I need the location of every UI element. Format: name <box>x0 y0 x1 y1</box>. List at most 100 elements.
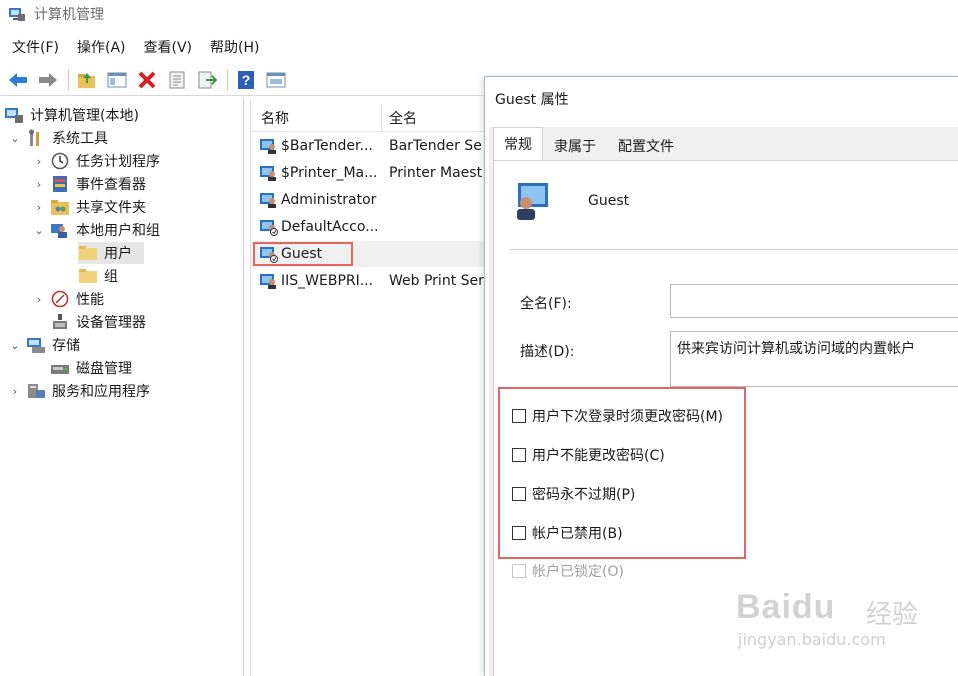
tree-item-services-applications[interactable]: › 服务和应用程序 <box>8 380 150 402</box>
forward-arrow-icon[interactable] <box>36 68 60 92</box>
svg-text:?: ? <box>242 72 251 88</box>
disk-icon <box>50 359 70 377</box>
tree-item-shared-folders[interactable]: › 共享文件夹 <box>32 196 146 218</box>
user-name-heading: Guest <box>588 193 630 209</box>
list-item[interactable]: $Printer_Ma... Printer Maest <box>251 160 487 186</box>
tree-item-label: 本地用户和组 <box>76 223 160 239</box>
tree-item-label: 服务和应用程序 <box>52 384 150 400</box>
description-field[interactable]: 供来宾访问计算机或访问域的内置帐户 <box>670 331 958 387</box>
column-header-fullname[interactable]: 全名 <box>389 108 417 128</box>
menu-help[interactable]: 帮助(H) <box>210 37 259 57</box>
tree-item-label: 性能 <box>76 292 104 308</box>
navigation-tree: 计算机管理(本地) ⌄ 系统工具 › 任务计划程序 › 事件查看器 › 共享文件… <box>0 98 244 676</box>
toolbar-separator <box>227 68 228 91</box>
tree-item-label: 组 <box>104 269 118 285</box>
watermark-cn: 经验 <box>866 600 919 630</box>
tab-member-of[interactable]: 隶属于 <box>543 131 607 161</box>
chevron-right-icon[interactable]: › <box>8 385 22 398</box>
tree-item-label: 共享文件夹 <box>76 200 146 216</box>
show-hide-tree-icon[interactable] <box>105 68 129 92</box>
tree-item-label: 任务计划程序 <box>76 154 160 170</box>
device-manager-icon <box>50 313 70 331</box>
help-icon[interactable]: ? <box>234 68 258 92</box>
shared-folder-icon <box>50 198 70 216</box>
chevron-down-icon[interactable]: ⌄ <box>8 339 22 352</box>
chevron-down-icon[interactable]: ⌄ <box>32 224 46 237</box>
tree-item-computer-management[interactable]: 计算机管理(本地) <box>4 104 139 126</box>
list-item[interactable]: Administrator <box>251 187 487 213</box>
tree-item-label: 事件查看器 <box>76 177 146 193</box>
account-disabled-checkbox-row[interactable]: 帐户已禁用(B) <box>512 523 623 543</box>
delete-icon[interactable] <box>135 68 159 92</box>
computer-management-icon <box>4 106 24 124</box>
tree-item-event-viewer[interactable]: › 事件查看器 <box>32 173 146 195</box>
cannot-change-password-checkbox[interactable] <box>512 448 526 462</box>
clock-icon <box>50 152 70 170</box>
chevron-right-icon[interactable]: › <box>32 293 46 306</box>
checkbox-label: 帐户已禁用(B) <box>532 526 623 542</box>
tools-icon <box>26 129 46 147</box>
user-name: Guest <box>281 246 323 262</box>
chevron-down-icon[interactable]: ⌄ <box>8 132 22 145</box>
menu-action[interactable]: 操作(A) <box>77 37 126 57</box>
user-account-icon <box>259 137 279 155</box>
tab-profile[interactable]: 配置文件 <box>607 131 685 161</box>
up-folder-icon[interactable] <box>75 68 99 92</box>
fullname-field[interactable] <box>670 284 958 318</box>
menu-view[interactable]: 查看(V) <box>144 37 193 57</box>
list-item[interactable]: DefaultAcco... <box>251 214 487 240</box>
column-header-name[interactable]: 名称 <box>261 108 289 128</box>
password-never-expires-checkbox-row[interactable]: 密码永不过期(P) <box>512 484 635 504</box>
chevron-right-icon[interactable]: › <box>32 178 46 191</box>
list-item-guest[interactable]: Guest <box>251 241 487 267</box>
account-locked-checkbox <box>512 564 526 578</box>
tree-item-performance[interactable]: › 性能 <box>32 288 104 310</box>
title-bar: 计算机管理 <box>0 0 958 28</box>
back-arrow-icon[interactable] <box>6 68 30 92</box>
menu-file[interactable]: 文件(F) <box>12 37 59 57</box>
users-list: 名称 全名 $BarTender... BarTender Se $Printe… <box>250 98 487 676</box>
tree-item-label: 计算机管理(本地) <box>30 108 139 124</box>
performance-icon <box>50 290 70 308</box>
user-fullname: BarTender Se <box>389 138 482 154</box>
user-fullname: Printer Maest <box>389 165 483 181</box>
list-item[interactable]: $BarTender... BarTender Se <box>251 133 487 159</box>
user-name: $Printer_Ma... <box>281 165 378 181</box>
chevron-right-icon[interactable]: › <box>32 155 46 168</box>
tree-item-device-manager[interactable]: 设备管理器 <box>50 311 146 333</box>
must-change-password-checkbox[interactable] <box>512 409 526 423</box>
disabled-user-account-icon <box>259 245 279 263</box>
chevron-right-icon[interactable]: › <box>32 201 46 214</box>
list-item[interactable]: IIS_WEBPRI... Web Print Ser <box>251 268 487 294</box>
cannot-change-password-checkbox-row[interactable]: 用户不能更改密码(C) <box>512 445 665 465</box>
export-icon[interactable] <box>195 68 219 92</box>
baidu-watermark: Baidu 经验 jingyan.baidu.com <box>736 580 946 660</box>
account-locked-checkbox-row: 帐户已锁定(O) <box>512 561 624 581</box>
tree-item-label: 磁盘管理 <box>76 361 132 377</box>
services-icon <box>26 382 46 400</box>
user-account-icon <box>259 272 279 290</box>
column-divider[interactable] <box>381 104 382 132</box>
tree-item-local-users-groups[interactable]: ⌄ 本地用户和组 <box>32 219 160 241</box>
account-disabled-checkbox[interactable] <box>512 526 526 540</box>
tree-item-users[interactable]: 用户 <box>78 242 144 264</box>
user-fullname: Web Print Ser <box>389 273 484 289</box>
dialog-title: Guest 属性 <box>495 92 569 108</box>
computer-management-icon <box>8 6 26 22</box>
tree-item-system-tools[interactable]: ⌄ 系统工具 <box>8 127 108 149</box>
must-change-password-checkbox-row[interactable]: 用户下次登录时须更改密码(M) <box>512 406 723 426</box>
tree-item-groups[interactable]: 组 <box>78 265 118 287</box>
password-never-expires-checkbox[interactable] <box>512 487 526 501</box>
tree-item-label: 系统工具 <box>52 131 108 147</box>
tree-item-storage[interactable]: ⌄ 存储 <box>8 334 80 356</box>
console-icon[interactable] <box>264 68 288 92</box>
tab-general[interactable]: 常规 <box>493 127 543 161</box>
user-name: IIS_WEBPRI... <box>281 273 374 289</box>
properties-icon[interactable] <box>165 68 189 92</box>
tree-item-disk-management[interactable]: 磁盘管理 <box>50 357 132 379</box>
checkbox-label: 用户不能更改密码(C) <box>532 448 665 464</box>
checkbox-label: 帐户已锁定(O) <box>532 564 624 580</box>
tree-item-task-scheduler[interactable]: › 任务计划程序 <box>32 150 160 172</box>
watermark-brand: Baidu <box>736 588 836 626</box>
user-name: $BarTender... <box>281 138 373 154</box>
